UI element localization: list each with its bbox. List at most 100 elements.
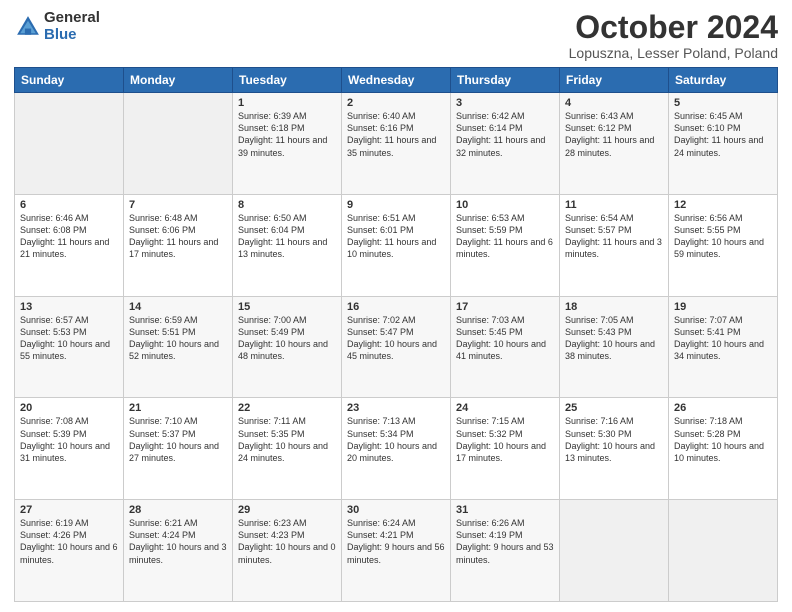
day-info: Sunrise: 6:46 AMSunset: 6:08 PMDaylight:… <box>20 212 118 261</box>
table-row <box>124 93 233 195</box>
day-info: Sunrise: 6:40 AMSunset: 6:16 PMDaylight:… <box>347 110 445 159</box>
day-info: Sunrise: 6:19 AMSunset: 4:26 PMDaylight:… <box>20 517 118 566</box>
table-row: 1Sunrise: 6:39 AMSunset: 6:18 PMDaylight… <box>233 93 342 195</box>
table-row: 31Sunrise: 6:26 AMSunset: 4:19 PMDayligh… <box>451 500 560 602</box>
table-row: 7Sunrise: 6:48 AMSunset: 6:06 PMDaylight… <box>124 194 233 296</box>
day-number: 27 <box>20 504 118 516</box>
day-number: 16 <box>347 301 445 313</box>
day-info: Sunrise: 6:48 AMSunset: 6:06 PMDaylight:… <box>129 212 227 261</box>
day-info: Sunrise: 7:11 AMSunset: 5:35 PMDaylight:… <box>238 415 336 464</box>
table-row: 17Sunrise: 7:03 AMSunset: 5:45 PMDayligh… <box>451 296 560 398</box>
header: General Blue October 2024 Lopuszna, Less… <box>14 10 778 61</box>
day-number: 13 <box>20 301 118 313</box>
day-info: Sunrise: 6:43 AMSunset: 6:12 PMDaylight:… <box>565 110 663 159</box>
day-info: Sunrise: 6:24 AMSunset: 4:21 PMDaylight:… <box>347 517 445 566</box>
col-tuesday: Tuesday <box>233 68 342 93</box>
table-row <box>15 93 124 195</box>
table-row <box>669 500 778 602</box>
day-number: 5 <box>674 97 772 109</box>
day-number: 7 <box>129 199 227 211</box>
day-info: Sunrise: 7:00 AMSunset: 5:49 PMDaylight:… <box>238 314 336 363</box>
table-row: 5Sunrise: 6:45 AMSunset: 6:10 PMDaylight… <box>669 93 778 195</box>
table-row: 26Sunrise: 7:18 AMSunset: 5:28 PMDayligh… <box>669 398 778 500</box>
table-row: 25Sunrise: 7:16 AMSunset: 5:30 PMDayligh… <box>560 398 669 500</box>
table-row: 29Sunrise: 6:23 AMSunset: 4:23 PMDayligh… <box>233 500 342 602</box>
day-info: Sunrise: 7:10 AMSunset: 5:37 PMDaylight:… <box>129 415 227 464</box>
col-thursday: Thursday <box>451 68 560 93</box>
col-saturday: Saturday <box>669 68 778 93</box>
day-number: 2 <box>347 97 445 109</box>
day-info: Sunrise: 7:16 AMSunset: 5:30 PMDaylight:… <box>565 415 663 464</box>
logo: General Blue <box>14 10 100 43</box>
page: General Blue October 2024 Lopuszna, Less… <box>0 0 792 612</box>
table-row: 23Sunrise: 7:13 AMSunset: 5:34 PMDayligh… <box>342 398 451 500</box>
col-monday: Monday <box>124 68 233 93</box>
day-info: Sunrise: 6:42 AMSunset: 6:14 PMDaylight:… <box>456 110 554 159</box>
table-row: 18Sunrise: 7:05 AMSunset: 5:43 PMDayligh… <box>560 296 669 398</box>
logo-text: General Blue <box>44 10 100 43</box>
day-number: 11 <box>565 199 663 211</box>
day-number: 26 <box>674 402 772 414</box>
day-info: Sunrise: 7:08 AMSunset: 5:39 PMDaylight:… <box>20 415 118 464</box>
day-info: Sunrise: 6:54 AMSunset: 5:57 PMDaylight:… <box>565 212 663 261</box>
table-row: 21Sunrise: 7:10 AMSunset: 5:37 PMDayligh… <box>124 398 233 500</box>
day-info: Sunrise: 6:50 AMSunset: 6:04 PMDaylight:… <box>238 212 336 261</box>
col-sunday: Sunday <box>15 68 124 93</box>
table-row: 4Sunrise: 6:43 AMSunset: 6:12 PMDaylight… <box>560 93 669 195</box>
table-row: 13Sunrise: 6:57 AMSunset: 5:53 PMDayligh… <box>15 296 124 398</box>
table-row: 19Sunrise: 7:07 AMSunset: 5:41 PMDayligh… <box>669 296 778 398</box>
table-row: 2Sunrise: 6:40 AMSunset: 6:16 PMDaylight… <box>342 93 451 195</box>
day-info: Sunrise: 7:13 AMSunset: 5:34 PMDaylight:… <box>347 415 445 464</box>
day-info: Sunrise: 7:03 AMSunset: 5:45 PMDaylight:… <box>456 314 554 363</box>
day-info: Sunrise: 6:51 AMSunset: 6:01 PMDaylight:… <box>347 212 445 261</box>
day-number: 6 <box>20 199 118 211</box>
table-row: 3Sunrise: 6:42 AMSunset: 6:14 PMDaylight… <box>451 93 560 195</box>
day-number: 31 <box>456 504 554 516</box>
col-wednesday: Wednesday <box>342 68 451 93</box>
day-info: Sunrise: 6:57 AMSunset: 5:53 PMDaylight:… <box>20 314 118 363</box>
day-info: Sunrise: 7:07 AMSunset: 5:41 PMDaylight:… <box>674 314 772 363</box>
day-info: Sunrise: 6:53 AMSunset: 5:59 PMDaylight:… <box>456 212 554 261</box>
day-info: Sunrise: 6:45 AMSunset: 6:10 PMDaylight:… <box>674 110 772 159</box>
day-number: 20 <box>20 402 118 414</box>
day-number: 8 <box>238 199 336 211</box>
day-number: 15 <box>238 301 336 313</box>
table-row: 22Sunrise: 7:11 AMSunset: 5:35 PMDayligh… <box>233 398 342 500</box>
day-info: Sunrise: 6:59 AMSunset: 5:51 PMDaylight:… <box>129 314 227 363</box>
table-row: 15Sunrise: 7:00 AMSunset: 5:49 PMDayligh… <box>233 296 342 398</box>
day-number: 25 <box>565 402 663 414</box>
day-number: 3 <box>456 97 554 109</box>
day-info: Sunrise: 7:02 AMSunset: 5:47 PMDaylight:… <box>347 314 445 363</box>
day-info: Sunrise: 6:23 AMSunset: 4:23 PMDaylight:… <box>238 517 336 566</box>
day-number: 29 <box>238 504 336 516</box>
table-row: 30Sunrise: 6:24 AMSunset: 4:21 PMDayligh… <box>342 500 451 602</box>
table-row: 9Sunrise: 6:51 AMSunset: 6:01 PMDaylight… <box>342 194 451 296</box>
page-subtitle: Lopuszna, Lesser Poland, Poland <box>569 45 778 61</box>
page-title: October 2024 <box>569 10 778 45</box>
day-info: Sunrise: 7:18 AMSunset: 5:28 PMDaylight:… <box>674 415 772 464</box>
day-number: 24 <box>456 402 554 414</box>
table-row: 11Sunrise: 6:54 AMSunset: 5:57 PMDayligh… <box>560 194 669 296</box>
day-number: 14 <box>129 301 227 313</box>
day-number: 19 <box>674 301 772 313</box>
logo-icon <box>14 13 42 41</box>
title-area: October 2024 Lopuszna, Lesser Poland, Po… <box>569 10 778 61</box>
col-friday: Friday <box>560 68 669 93</box>
day-number: 17 <box>456 301 554 313</box>
day-info: Sunrise: 6:56 AMSunset: 5:55 PMDaylight:… <box>674 212 772 261</box>
day-info: Sunrise: 7:05 AMSunset: 5:43 PMDaylight:… <box>565 314 663 363</box>
logo-general: General <box>44 10 100 27</box>
table-row: 14Sunrise: 6:59 AMSunset: 5:51 PMDayligh… <box>124 296 233 398</box>
table-row: 6Sunrise: 6:46 AMSunset: 6:08 PMDaylight… <box>15 194 124 296</box>
calendar-table: Sunday Monday Tuesday Wednesday Thursday… <box>14 67 778 602</box>
day-number: 28 <box>129 504 227 516</box>
day-number: 22 <box>238 402 336 414</box>
table-row: 10Sunrise: 6:53 AMSunset: 5:59 PMDayligh… <box>451 194 560 296</box>
table-row: 24Sunrise: 7:15 AMSunset: 5:32 PMDayligh… <box>451 398 560 500</box>
day-number: 30 <box>347 504 445 516</box>
day-number: 10 <box>456 199 554 211</box>
day-number: 1 <box>238 97 336 109</box>
day-number: 9 <box>347 199 445 211</box>
day-info: Sunrise: 7:15 AMSunset: 5:32 PMDaylight:… <box>456 415 554 464</box>
day-number: 21 <box>129 402 227 414</box>
